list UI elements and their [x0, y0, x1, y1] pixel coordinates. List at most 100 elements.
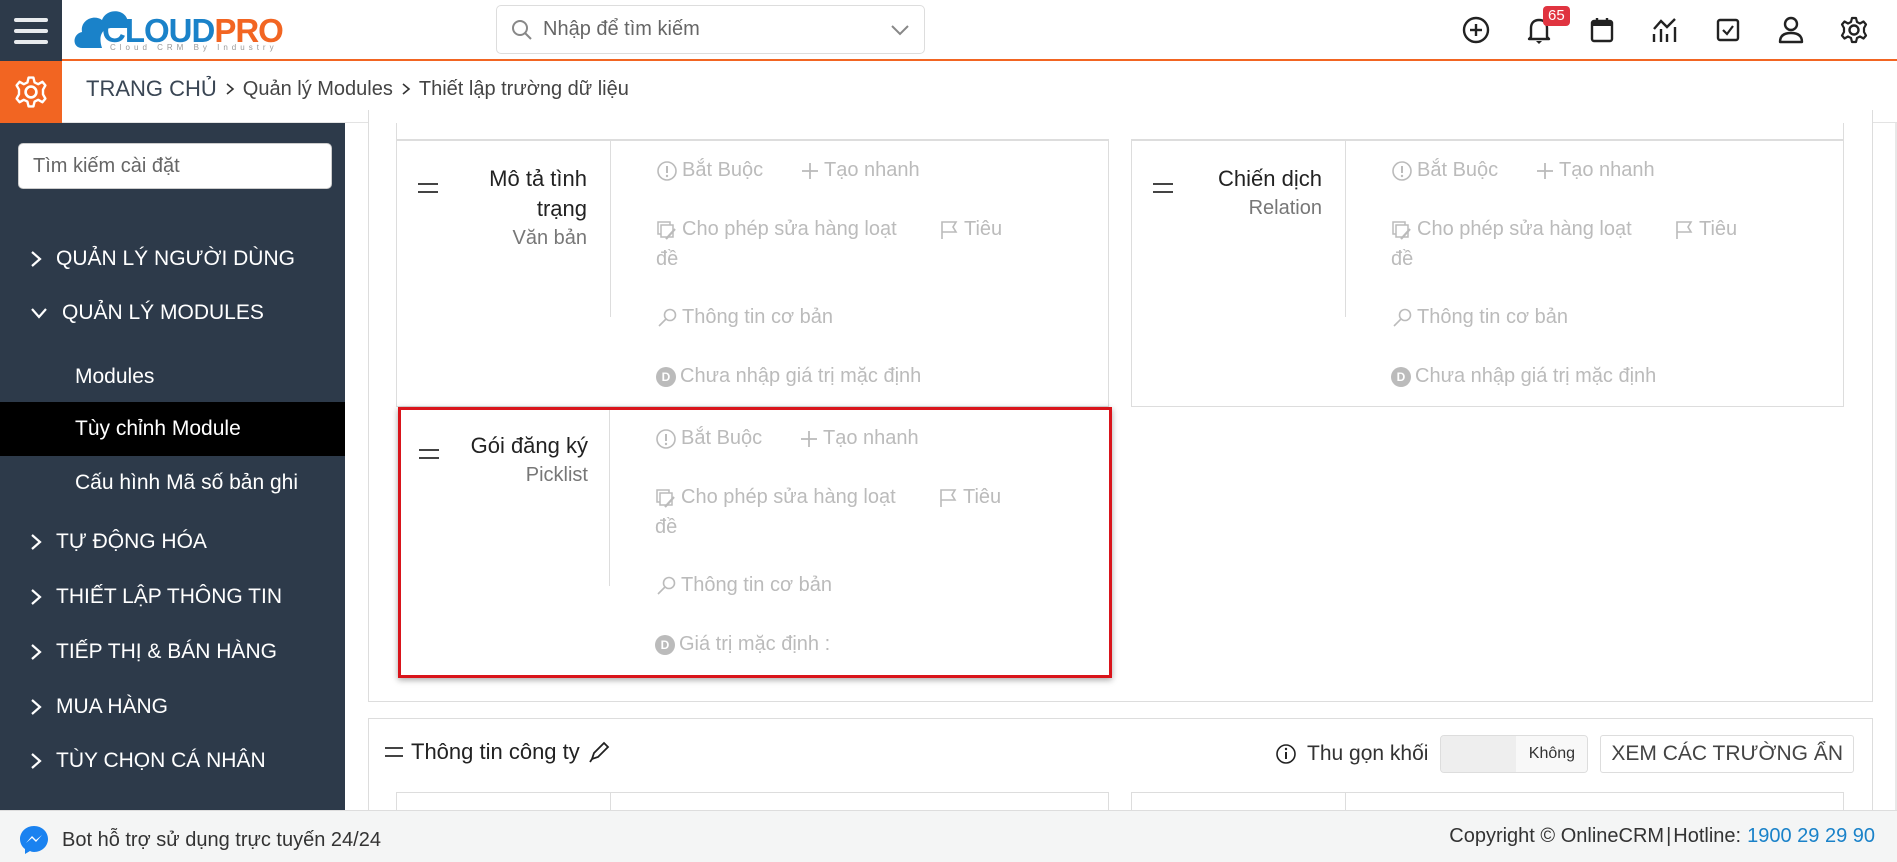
basic-info-option[interactable]: Thông tin cơ bản — [1391, 306, 1568, 329]
breadcrumb-home[interactable]: TRANG CHỦ — [86, 76, 217, 102]
calendar-button[interactable] — [1586, 14, 1618, 46]
user-icon — [1778, 16, 1804, 44]
settings-search-input[interactable]: Tìm kiếm cài đặt — [18, 143, 332, 189]
header-title-option[interactable]: Tiêu — [1673, 218, 1737, 241]
basic-info-option[interactable]: Thông tin cơ bản — [656, 306, 833, 329]
tasks-button[interactable] — [1712, 14, 1744, 46]
cloudpro-logo[interactable]: CLOUDPRO Cloud CRM By Industry — [72, 4, 292, 54]
required-option[interactable]: Bắt Buộc — [656, 159, 763, 182]
key-icon — [1393, 308, 1412, 327]
default-value-option[interactable]: D Chưa nhập giá trị mặc định — [656, 365, 921, 388]
hotline-number[interactable]: 1900 29 29 90 — [1747, 825, 1875, 848]
field-card[interactable]: Chiến dịch Relation Bắt Buộc Tạo nhanh C… — [1131, 139, 1844, 407]
sidebar-item-user-management[interactable]: QUẢN LÝ NGƯỜI DÙNG — [0, 232, 345, 285]
breadcrumb-item-current: Thiết lập trường dữ liệu — [418, 77, 629, 100]
sidebar-item-label: Cấu hình Mã số bản ghi — [75, 470, 298, 494]
quick-create-option[interactable]: Tạo nhanh — [800, 159, 920, 182]
option-label: Bắt Buộc — [682, 159, 764, 181]
profile-button[interactable] — [1775, 14, 1807, 46]
copyright-text: Copyright © OnlineCRM — [1449, 825, 1665, 847]
sidebar-item-marketing-sales[interactable]: TIẾP THỊ & BÁN HÀNG — [0, 625, 345, 678]
field-type: Relation — [1248, 197, 1322, 219]
settings-gear-icon — [15, 76, 47, 108]
search-placeholder: Nhập để tìm kiếm — [543, 18, 700, 40]
footer: Bot hỗ trợ sử dụng trực tuyến 24/24 Copy… — [0, 810, 1897, 862]
global-search-input[interactable]: Nhập để tìm kiếm — [496, 5, 925, 54]
chevron-down-icon[interactable] — [890, 24, 910, 36]
required-option[interactable]: Bắt Buộc — [1391, 159, 1498, 182]
sidebar-item-label: MUA HÀNG — [56, 694, 169, 718]
notification-count-badge: 65 — [1543, 6, 1570, 26]
collapse-block-label: Thu gọn khối — [1275, 742, 1428, 766]
notifications-button[interactable]: 65 — [1523, 6, 1570, 46]
plus-icon — [802, 162, 818, 179]
drag-handle-icon[interactable] — [418, 183, 438, 193]
section-header: Thông tin công ty — [385, 739, 610, 765]
settings-gear-icon — [1840, 16, 1868, 44]
chevron-right-icon — [31, 588, 42, 605]
sidebar-item-purchasing[interactable]: MUA HÀNG — [0, 680, 345, 733]
settings-section-badge — [0, 61, 62, 123]
settings-button[interactable] — [1838, 14, 1870, 46]
breadcrumb-item-modules[interactable]: Quản lý Modules — [243, 78, 393, 101]
section-title: Thông tin công ty — [411, 739, 580, 764]
field-type: Văn bản — [512, 227, 587, 249]
option-label: Tiêu — [964, 218, 1003, 240]
option-label: đề — [1391, 248, 1414, 270]
drag-handle-icon[interactable] — [1153, 183, 1173, 193]
collapse-label-text: Thu gọn khối — [1307, 742, 1429, 765]
header-actions: 65 — [1460, 6, 1870, 50]
footer-separator: | — [1666, 825, 1672, 847]
option-label: Cho phép sửa hàng loạt — [682, 218, 897, 240]
reports-button[interactable] — [1649, 14, 1681, 46]
option-label: Chưa nhập giá trị mặc định — [1415, 365, 1657, 387]
show-hidden-fields-button[interactable]: XEM CÁC TRƯỜNG ẨN — [1600, 735, 1854, 773]
sidebar-subitem-modules[interactable]: Modules — [0, 350, 345, 403]
chevron-right-icon — [31, 533, 42, 550]
header-title-option-wrap: đề — [656, 248, 678, 271]
mass-edit-option[interactable]: Cho phép sửa hàng loạt — [656, 218, 897, 241]
mass-edit-option[interactable]: Cho phép sửa hàng loạt — [1391, 218, 1632, 241]
card-divider — [1345, 141, 1346, 317]
drag-handle-icon[interactable] — [385, 747, 403, 757]
default-d-icon: D — [656, 366, 676, 387]
hamburger-menu-button[interactable] — [0, 0, 62, 61]
chevron-right-icon — [31, 643, 42, 660]
mass-edit-icon — [657, 220, 676, 240]
sidebar-subitem-record-numbering[interactable]: Cấu hình Mã số bản ghi — [0, 456, 345, 509]
quick-create-option[interactable]: Tạo nhanh — [1535, 159, 1655, 182]
header-title-option[interactable]: Tiêu — [938, 218, 1002, 241]
sidebar-item-label: Modules — [75, 364, 155, 388]
option-label: Tạo nhanh — [824, 159, 920, 181]
highlight-annotation-box — [398, 407, 1112, 678]
sidebar-item-label: Tùy chỉnh Module — [75, 417, 241, 440]
info-circle-icon[interactable] — [1275, 743, 1297, 765]
support-bot-link[interactable]: Bot hỗ trợ sử dụng trực tuyến 24/24 — [18, 824, 381, 856]
messenger-icon — [20, 826, 48, 854]
sidebar-item-info-setup[interactable]: THIẾT LẬP THÔNG TIN — [0, 570, 345, 623]
sidebar-item-personal-preferences[interactable]: TÙY CHỌN CÁ NHÂN — [0, 734, 345, 787]
toggle-off-side — [1441, 736, 1517, 772]
task-check-icon — [1716, 18, 1740, 42]
sidebar-item-label: TIẾP THỊ & BÁN HÀNG — [56, 639, 277, 663]
sidebar-item-label: QUẢN LÝ MODULES — [62, 300, 264, 324]
option-label: Cho phép sửa hàng loạt — [1417, 218, 1632, 240]
quick-create-button[interactable] — [1460, 14, 1492, 46]
exclamation-circle-icon — [1392, 160, 1412, 181]
sidebar-item-label: TÙY CHỌN CÁ NHÂN — [56, 748, 266, 772]
toggle-value: Không — [1516, 736, 1588, 772]
field-card[interactable]: Mô tả tình trạng Văn bản Bắt Buộc Tạo nh… — [396, 139, 1109, 407]
default-value-option[interactable]: D Chưa nhập giá trị mặc định — [1391, 365, 1656, 388]
flag-icon — [941, 220, 958, 239]
plus-circle-icon — [1462, 16, 1490, 44]
collapse-block-toggle[interactable]: Không — [1440, 735, 1589, 773]
sidebar-item-automation[interactable]: TỰ ĐỘNG HÓA — [0, 515, 345, 568]
sidebar-item-module-management[interactable]: QUẢN LÝ MODULES — [0, 286, 345, 339]
option-label: đề — [656, 248, 679, 270]
sidebar-subitem-customize-module[interactable]: Tùy chỉnh Module — [0, 402, 345, 456]
header-title-option-wrap: đề — [1391, 248, 1413, 271]
previous-card-edge — [396, 123, 1844, 140]
pencil-edit-icon[interactable] — [588, 741, 610, 763]
option-label: Tạo nhanh — [1559, 159, 1655, 181]
settings-sidebar: Tìm kiếm cài đặt QUẢN LÝ NGƯỜI DÙNG QUẢN… — [0, 123, 345, 810]
